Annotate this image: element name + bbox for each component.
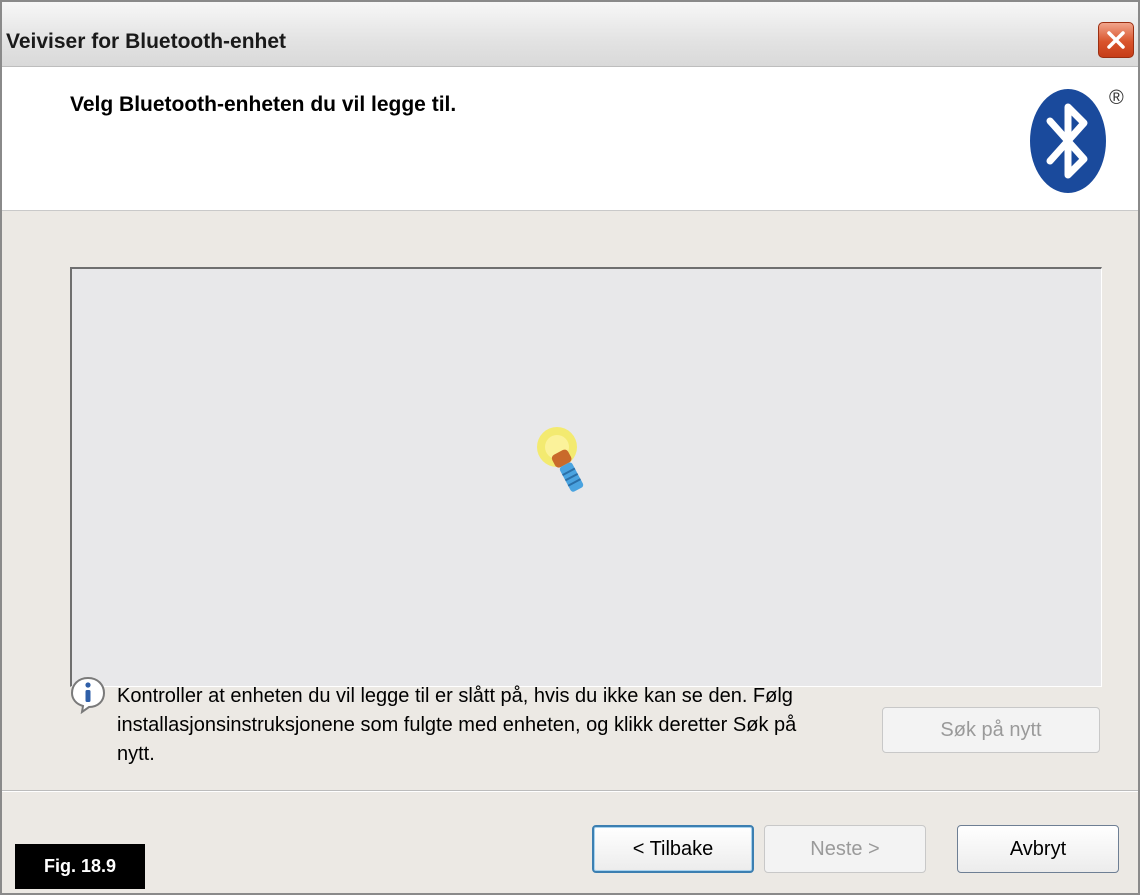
wizard-window: Veiviser for Bluetooth-enhet Velg Blueto… <box>0 0 1140 895</box>
figure-label: Fig. 18.9 <box>15 844 145 889</box>
close-icon <box>1107 31 1125 49</box>
info-message: Kontroller at enheten du vil legge til e… <box>117 685 797 765</box>
registered-mark: ® <box>1109 87 1124 109</box>
footer-divider <box>2 790 1138 792</box>
title-bar[interactable]: Veiviser for Bluetooth-enhet <box>2 2 1138 67</box>
cancel-button[interactable]: Avbryt <box>957 825 1119 873</box>
window-title: Veiviser for Bluetooth-enhet <box>6 30 287 53</box>
bluetooth-logo-icon <box>1030 89 1106 193</box>
back-button[interactable]: < Tilbake <box>592 825 754 873</box>
info-icon <box>70 676 106 714</box>
next-button[interactable]: Neste > <box>764 825 926 873</box>
searching-flashlight-icon <box>537 427 584 492</box>
device-list[interactable] <box>70 267 1102 687</box>
page-heading: Velg Bluetooth-enheten du vil legge til. <box>70 93 457 116</box>
wizard-header: Velg Bluetooth-enheten du vil legge til.… <box>2 67 1138 211</box>
close-button[interactable] <box>1098 22 1134 58</box>
search-again-button[interactable]: Søk på nytt <box>882 707 1100 753</box>
